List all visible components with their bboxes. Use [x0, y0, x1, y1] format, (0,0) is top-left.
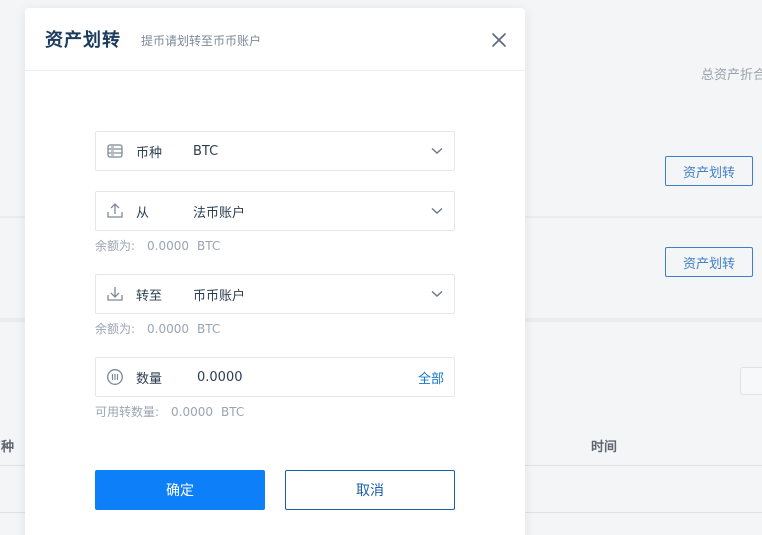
chevron-down-icon — [430, 287, 444, 301]
cancel-button[interactable]: 取消 — [285, 470, 455, 510]
currency-label: 币种 — [136, 145, 163, 161]
available-amount: 可用转数量: 0.0000 BTC — [95, 403, 244, 420]
currency-value: BTC — [193, 143, 219, 159]
from-label: 从 — [136, 205, 150, 221]
to-account-select[interactable]: 转至 币币账户 — [95, 274, 455, 314]
from-value: 法币账户 — [193, 205, 246, 221]
total-assets-label: 总资产折合 — [701, 68, 762, 83]
coin-stack-icon — [106, 142, 124, 160]
to-value: 币币账户 — [193, 288, 246, 304]
available-amount-value: 0.0000 — [171, 405, 214, 419]
modal-title: 资产划转 — [45, 30, 121, 51]
table-header-currency: 币种 — [0, 440, 15, 455]
to-balance-amount: 0.0000 — [147, 322, 190, 336]
amount-value[interactable]: 0.0000 — [197, 370, 418, 385]
transfer-modal: 资产划转 提币请划转至币币账户 币种 BTC 从 法币账户 余额为: 0.000… — [25, 8, 525, 535]
to-balance-unit: BTC — [197, 322, 221, 336]
chevron-down-icon — [430, 144, 444, 158]
bg-search-box[interactable] — [740, 367, 762, 395]
amount-input[interactable]: 数量 0.0000 全部 — [95, 357, 455, 397]
modal-header: 资产划转 提币请划转至币币账户 — [25, 8, 525, 71]
close-icon — [492, 33, 506, 47]
chevron-down-icon — [430, 204, 444, 218]
modal-subtitle: 提币请划转至币币账户 — [141, 33, 262, 48]
available-unit: BTC — [221, 405, 245, 419]
close-button[interactable] — [487, 28, 511, 52]
download-icon — [106, 285, 124, 303]
upload-icon — [106, 202, 124, 220]
available-label: 可用转数量: — [95, 405, 160, 419]
from-balance-amount: 0.0000 — [147, 239, 190, 253]
table-header-time: 时间 — [591, 440, 618, 455]
from-account-select[interactable]: 从 法币账户 — [95, 191, 455, 231]
amount-icon — [106, 368, 124, 386]
from-balance: 余额为: 0.0000 BTC — [95, 237, 220, 254]
bg-transfer-button-1[interactable]: 资产划转 — [665, 156, 753, 186]
confirm-button[interactable]: 确定 — [95, 470, 265, 510]
to-label: 转至 — [136, 288, 163, 304]
all-amount-link[interactable]: 全部 — [418, 368, 444, 387]
from-balance-unit: BTC — [197, 239, 221, 253]
currency-select[interactable]: 币种 BTC — [95, 131, 455, 171]
to-balance: 余额为: 0.0000 BTC — [95, 320, 220, 337]
to-balance-label: 余额为: — [95, 322, 136, 336]
amount-label: 数量 — [136, 371, 163, 387]
bg-transfer-button-2[interactable]: 资产划转 — [665, 247, 753, 277]
from-balance-label: 余额为: — [95, 239, 136, 253]
